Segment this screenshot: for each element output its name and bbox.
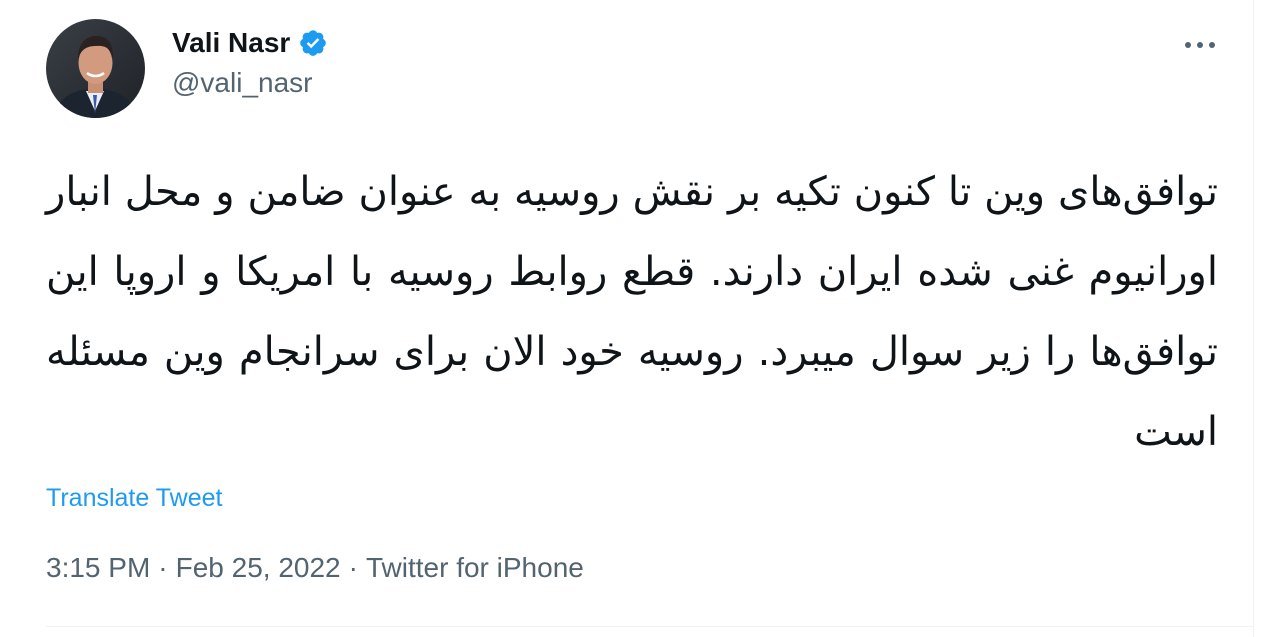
author-display-name[interactable]: Vali Nasr (172, 27, 290, 59)
tweet-date[interactable]: Feb 25, 2022 (176, 552, 341, 583)
tweet-card: Vali Nasr @vali_nasr توافق‌های وین تا کن… (0, 0, 1280, 637)
meta-separator: · (158, 552, 168, 583)
tweet-text: توافق‌های وین تا کنون تکیه بر نقش روسیه … (46, 169, 1218, 455)
tweet-source[interactable]: Twitter for iPhone (366, 552, 584, 583)
verified-badge-icon (298, 28, 328, 58)
translate-tweet-link[interactable]: Translate Tweet (46, 482, 222, 514)
avatar[interactable] (46, 19, 145, 118)
author-handle[interactable]: @vali_nasr (172, 66, 312, 100)
more-options-button[interactable] (1180, 30, 1220, 60)
tweet-time[interactable]: 3:15 PM (46, 552, 150, 583)
meta-separator: · (348, 552, 358, 583)
more-horizontal-icon (1185, 42, 1215, 48)
avatar-photo (46, 19, 145, 118)
column-divider (1253, 0, 1254, 637)
tweet-metadata: 3:15 PM · Feb 25, 2022 · Twitter for iPhone (46, 550, 584, 586)
section-divider (46, 626, 1254, 627)
author-name-row[interactable]: Vali Nasr (172, 27, 328, 59)
